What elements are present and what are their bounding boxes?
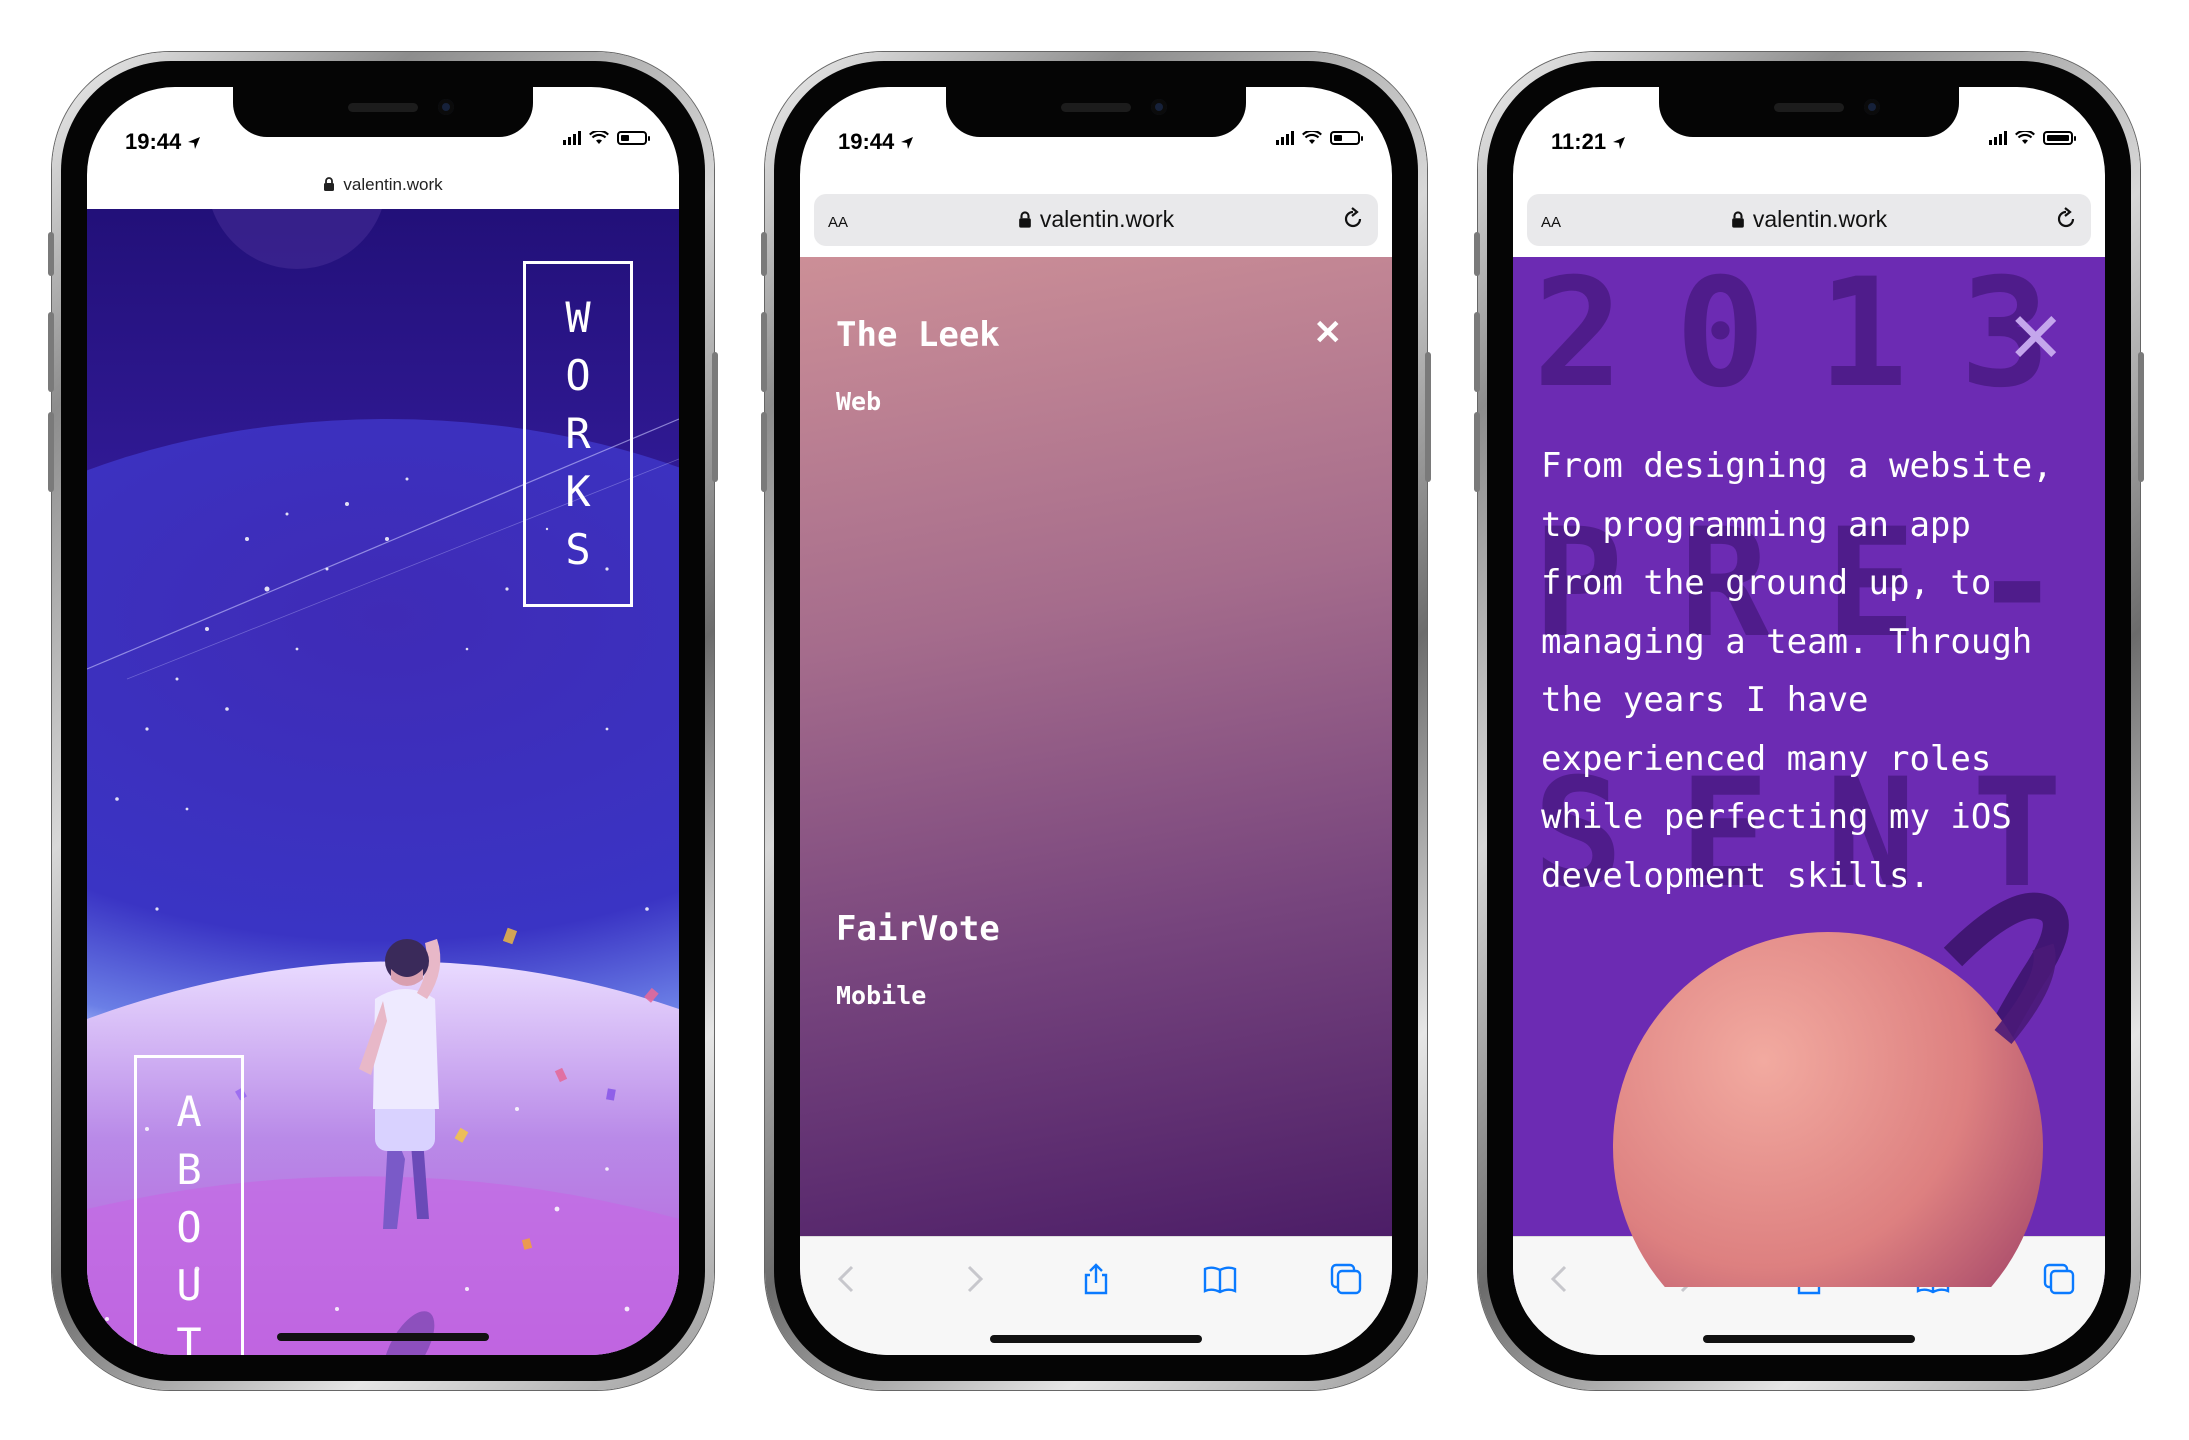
location-arrow-icon [901, 137, 914, 149]
forward-icon[interactable] [955, 1261, 991, 1297]
works-letter: R [565, 409, 591, 458]
power-button [1425, 352, 1431, 482]
signal-icon [1276, 131, 1294, 145]
notch [233, 87, 533, 137]
wifi-icon [589, 131, 609, 144]
works-letter: K [565, 467, 591, 516]
lock-icon [1019, 211, 1031, 228]
about-line: development skills. [1541, 855, 1930, 896]
volume-down-button [761, 412, 767, 492]
volume-down-button [1474, 412, 1480, 492]
volume-down-button [48, 412, 54, 492]
power-button [2138, 352, 2144, 482]
tabs-icon[interactable] [1328, 1261, 1364, 1297]
battery-icon [617, 131, 650, 145]
about-letter: T [176, 1319, 202, 1355]
about-line: the years I have [1541, 680, 1869, 720]
project-category: Mobile [836, 981, 927, 1010]
notch [946, 87, 1246, 137]
project-title[interactable]: The Leek [836, 315, 1000, 355]
wifi-icon [2015, 131, 2035, 144]
close-icon[interactable]: ✕ [2006, 297, 2065, 379]
about-nav-button[interactable]: A B O U T [134, 1055, 244, 1355]
wifi-icon [1302, 131, 1322, 144]
reload-icon[interactable] [2053, 206, 2079, 232]
project-title[interactable]: FairVote [836, 909, 1000, 949]
url-text: valentin.work [1039, 206, 1175, 232]
url-text: valentin.work [343, 175, 443, 194]
side-button [761, 232, 767, 276]
screen: 19:44 valentin.work W O R K S A B O U T [87, 87, 679, 1355]
works-letter: S [565, 525, 591, 574]
about-line: to programming an app [1541, 504, 1971, 545]
phone-1: 19:44 valentin.work W O R K S A B O U T [48, 52, 718, 1390]
project-category: Web [836, 387, 882, 416]
works-nav-button[interactable]: W O R K S [523, 261, 633, 607]
location-arrow-icon [188, 137, 201, 149]
share-icon[interactable] [1078, 1261, 1114, 1297]
status-time: 19:44 [125, 129, 201, 155]
status-time: 11:21 [1551, 129, 1626, 155]
address-bar[interactable]: AA valentin.work [814, 194, 1378, 246]
about-paragraph: From designing a website, to programming… [1541, 437, 2101, 905]
screen: 19:44 AA valentin.work The Leek Web Fair… [800, 87, 1392, 1355]
side-button [48, 232, 54, 276]
volume-up-button [761, 312, 767, 392]
works-letter: O [565, 351, 591, 400]
about-line: managing a team. Through [1541, 621, 2033, 662]
compact-url-bar[interactable]: valentin.work [87, 175, 679, 195]
about-letter: A [176, 1087, 202, 1136]
hero-illustration: W O R K S A B O U T [87, 209, 679, 1355]
signal-icon [563, 131, 581, 145]
address-bar[interactable]: AA valentin.work [1527, 194, 2091, 246]
url-display[interactable]: valentin.work [814, 206, 1378, 233]
location-arrow-icon [1613, 137, 1626, 149]
side-button [1474, 232, 1480, 276]
about-overlay: 2013 PRE- SENT ✕ From designing a websit… [1513, 257, 2105, 1287]
notch [1659, 87, 1959, 137]
about-letter: U [176, 1261, 202, 1310]
power-button [712, 352, 718, 482]
screen: 11:21 AA valentin.work 2013 PRE- SENT ✕ … [1513, 87, 2105, 1355]
about-letter: O [176, 1203, 202, 1252]
about-line: From designing a website, [1541, 446, 2053, 486]
back-icon[interactable] [830, 1261, 866, 1297]
phone-2: 19:44 AA valentin.work The Leek Web Fair… [761, 52, 1431, 1390]
phone-3: 11:21 AA valentin.work 2013 PRE- SENT ✕ … [1474, 52, 2144, 1390]
volume-up-button [1474, 312, 1480, 392]
close-icon[interactable]: ✕ [1314, 313, 1343, 353]
status-time: 19:44 [838, 129, 914, 155]
url-display[interactable]: valentin.work [1527, 206, 2091, 233]
battery-icon [2043, 131, 2076, 145]
lock-icon [324, 177, 335, 191]
signal-icon [1989, 131, 2007, 145]
url-text: valentin.work [1752, 206, 1888, 232]
volume-up-button [48, 312, 54, 392]
battery-icon [1330, 131, 1363, 145]
home-indicator[interactable] [990, 1335, 1202, 1343]
bookmarks-icon[interactable] [1202, 1261, 1238, 1297]
works-overlay: The Leek Web FairVote Mobile ✕ [800, 257, 1392, 1287]
about-letter: B [176, 1145, 202, 1194]
works-letter: W [565, 293, 591, 342]
about-line: from the ground up, to [1541, 563, 1992, 603]
home-indicator[interactable] [277, 1333, 489, 1341]
about-line: experienced many roles [1541, 738, 1992, 779]
about-line: while perfecting my iOS [1541, 797, 2012, 837]
home-indicator[interactable] [1703, 1335, 1915, 1343]
reload-icon[interactable] [1340, 206, 1366, 232]
lock-icon [1732, 211, 1744, 228]
